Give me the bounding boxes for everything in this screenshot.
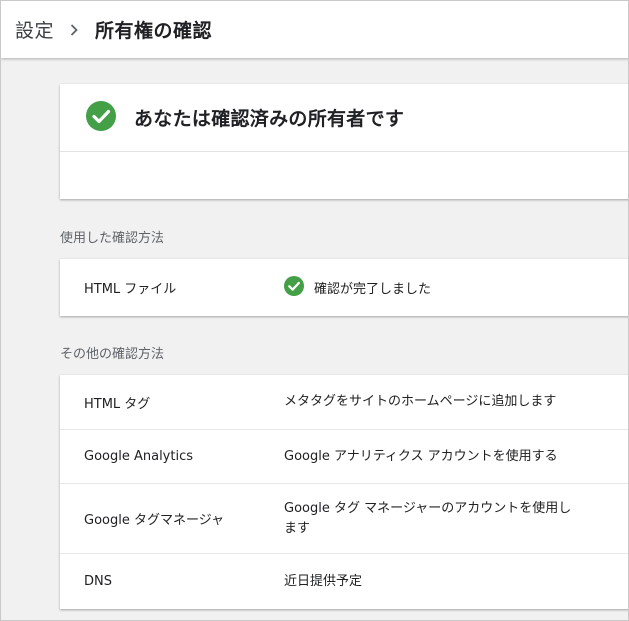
method-description: メタタグをサイトのホームページに追加します bbox=[284, 394, 557, 409]
top-bar: 設定 所有権の確認 bbox=[1, 1, 628, 58]
owner-status-card: あなたは確認済みの所有者です bbox=[60, 84, 628, 199]
method-row-tag-manager[interactable]: Google タグマネージャ Google タグ マネージャーのアカウントを使用… bbox=[60, 484, 628, 554]
page-title: 所有権の確認 bbox=[95, 20, 213, 42]
other-methods-card: HTML タグ メタタグをサイトのホームページに追加します Google Ana… bbox=[60, 375, 628, 609]
status-text: 確認が完了しました bbox=[314, 282, 432, 297]
used-methods-label: 使用した確認方法 bbox=[60, 231, 165, 246]
chevron-right-icon bbox=[70, 23, 78, 36]
verification-status: 確認が完了しました bbox=[284, 275, 432, 300]
owner-status-title: あなたは確認済みの所有者です bbox=[134, 108, 405, 130]
used-methods-card: HTML ファイル 確認が完了しました bbox=[60, 259, 628, 316]
method-description: Google タグ マネージャーのアカウントを使用します bbox=[284, 500, 572, 536]
method-name: HTML タグ bbox=[84, 396, 151, 412]
method-row-dns: DNS 近日提供予定 bbox=[60, 554, 628, 609]
breadcrumb-settings[interactable]: 設定 bbox=[15, 16, 54, 43]
method-name: DNS bbox=[84, 574, 112, 589]
method-description: 近日提供予定 bbox=[284, 573, 363, 589]
check-circle-icon bbox=[284, 275, 304, 300]
method-description: Google アナリティクス アカウントを使用する bbox=[284, 448, 558, 464]
settings-page: 設定 所有権の確認 あなたは確認済みの所有者です 使用した確認方法 HTML フ… bbox=[0, 0, 629, 621]
method-row-google-analytics[interactable]: Google Analytics Google アナリティクス アカウントを使用… bbox=[60, 430, 628, 484]
method-name: Google Analytics bbox=[84, 449, 194, 464]
list-item: HTML ファイル 確認が完了しました bbox=[60, 259, 628, 316]
method-name: HTML ファイル bbox=[84, 282, 177, 297]
method-name: Google タグマネージャ bbox=[84, 513, 225, 528]
method-row-html-tag[interactable]: HTML タグ メタタグをサイトのホームページに追加します bbox=[60, 375, 628, 430]
other-methods-label: その他の確認方法 bbox=[60, 347, 165, 362]
check-circle-icon bbox=[86, 100, 116, 135]
owner-status-header: あなたは確認済みの所有者です bbox=[60, 84, 628, 152]
